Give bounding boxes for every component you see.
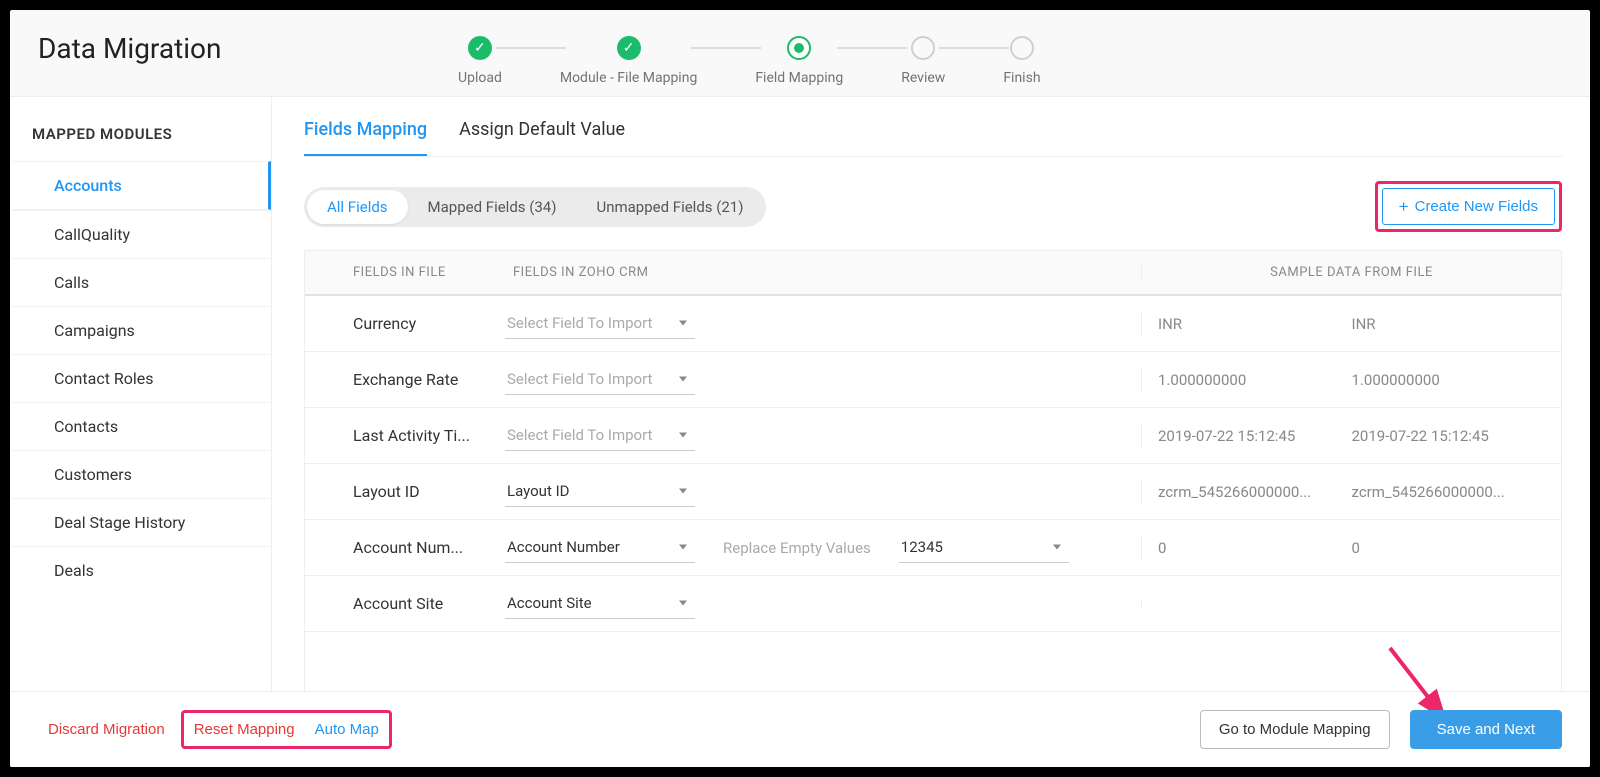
create-new-fields-label: Create New Fields [1415,198,1538,215]
step-review: Review [901,36,945,86]
filter-pills: All FieldsMapped Fields (34)Unmapped Fie… [304,187,766,227]
sample-value: INR [1158,315,1352,333]
plus-icon: + [1399,198,1409,215]
file-field-label: Layout ID [305,482,505,501]
crm-field-cell: Select Field To Import [505,308,1141,339]
step-finish: Finish [1003,36,1040,86]
sample-value: 1.000000000 [1158,371,1352,389]
sample-data-cell: 1.0000000001.000000000 [1141,367,1561,393]
go-to-module-mapping-button[interactable]: Go to Module Mapping [1200,710,1390,749]
sample-data-cell: zcrm_545266000000...zcrm_545266000000... [1141,479,1561,505]
step-circle-icon [1010,36,1034,60]
sidebar: MAPPED MODULES AccountsCallQualityCallsC… [10,97,272,691]
sample-data-cell [1141,600,1561,608]
th-sample-data: SAMPLE DATA FROM FILE [1141,265,1561,280]
table-row: Layout IDLayout ID zcrm_545266000000...zc… [305,464,1561,520]
sidebar-item-deals[interactable]: Deals [10,546,271,594]
footer: Discard Migration Reset Mapping Auto Map… [10,691,1590,767]
crm-field-select[interactable]: Account Number [505,532,695,563]
create-new-fields-button[interactable]: + Create New Fields [1382,188,1555,225]
mapping-table: FIELDS IN FILE FIELDS IN ZOHO CRM SAMPLE… [304,250,1562,691]
filter-mapped-fields-[interactable]: Mapped Fields (34) [408,190,577,224]
reset-automap-highlight: Reset Mapping Auto Map [181,710,392,749]
crm-field-select[interactable]: Select Field To Import [505,364,695,395]
sidebar-item-calls[interactable]: Calls [10,258,271,306]
step-circle-icon: ✓ [617,36,641,60]
discard-migration-button[interactable]: Discard Migration [38,713,175,746]
stepper: ✓ Upload ✓ Module - File Mapping Field Mappi… [458,32,1041,86]
crm-field-select[interactable]: Select Field To Import [505,420,695,451]
page-title: Data Migration [38,32,418,65]
sidebar-item-customers[interactable]: Customers [10,450,271,498]
file-field-label: Exchange Rate [305,370,505,389]
sample-value: 2019-07-22 15:12:45 [1352,427,1546,445]
table-row: Account SiteAccount Site [305,576,1561,632]
file-field-label: Account Site [305,594,505,613]
step-connector [939,47,1009,49]
crm-field-cell: Account Number Replace Empty Values 12345 [505,532,1141,563]
sample-value: zcrm_545266000000... [1352,483,1546,501]
filter-all-fields[interactable]: All Fields [307,190,408,224]
table-row: Last Activity Ti...Select Field To Impor… [305,408,1561,464]
crm-field-cell: Select Field To Import [505,420,1141,451]
step-connector [837,47,907,49]
step-circle-icon [787,36,811,60]
main-panel: Fields Mapping Assign Default Value All F… [272,97,1590,691]
tabs-row: Fields Mapping Assign Default Value [304,97,1562,157]
crm-field-cell: Account Site [505,588,1141,619]
table-row: Exchange RateSelect Field To Import 1.000… [305,352,1561,408]
replace-value-select[interactable]: 12345 [899,532,1069,563]
sidebar-item-campaigns[interactable]: Campaigns [10,306,271,354]
filter-unmapped-fields-[interactable]: Unmapped Fields (21) [576,190,763,224]
tab-fields-mapping[interactable]: Fields Mapping [304,119,427,156]
step-circle-icon: ✓ [468,36,492,60]
sidebar-item-deal-stage-history[interactable]: Deal Stage History [10,498,271,546]
sidebar-item-contact-roles[interactable]: Contact Roles [10,354,271,402]
auto-map-button[interactable]: Auto Map [305,713,389,746]
step-label: Upload [458,70,502,86]
step-upload: ✓ Upload [458,36,502,86]
file-field-label: Last Activity Ti... [305,426,505,445]
sample-value: INR [1352,315,1546,333]
crm-field-select[interactable]: Select Field To Import [505,308,695,339]
crm-field-cell: Select Field To Import [505,364,1141,395]
file-field-label: Currency [305,314,505,333]
crm-field-select[interactable]: Account Site [505,588,695,619]
sample-data-cell: 00 [1141,535,1561,561]
sample-value: 0 [1352,539,1546,557]
crm-field-cell: Layout ID [505,476,1141,507]
table-row: CurrencySelect Field To Import INRINR [305,296,1561,352]
sample-value: 1.000000000 [1352,371,1546,389]
step-label: Finish [1003,70,1040,86]
sidebar-item-callquality[interactable]: CallQuality [10,210,271,258]
step-connector [496,47,566,49]
tab-assign-default-value[interactable]: Assign Default Value [459,119,625,156]
crm-field-select[interactable]: Layout ID [505,476,695,507]
sidebar-item-contacts[interactable]: Contacts [10,402,271,450]
sample-data-cell: INRINR [1141,311,1561,337]
step-label: Field Mapping [755,70,843,86]
sidebar-item-accounts[interactable]: Accounts [10,161,271,210]
th-fields-in-crm: FIELDS IN ZOHO CRM [505,265,1141,280]
reset-mapping-button[interactable]: Reset Mapping [184,713,305,746]
sample-value: zcrm_545266000000... [1158,483,1352,501]
step-connector [691,47,761,49]
sample-value: 0 [1158,539,1352,557]
sidebar-title: MAPPED MODULES [10,97,271,161]
step-field-mapping: Field Mapping [755,36,843,86]
sample-value: 2019-07-22 15:12:45 [1158,427,1352,445]
sample-data-cell: 2019-07-22 15:12:452019-07-22 15:12:45 [1141,423,1561,449]
th-fields-in-file: FIELDS IN FILE [305,265,505,280]
table-row: Account Num...Account Number Replace Empt… [305,520,1561,576]
step-module-file-mapping: ✓ Module - File Mapping [560,36,697,86]
save-and-next-button[interactable]: Save and Next [1410,710,1562,749]
step-label: Module - File Mapping [560,70,697,86]
replace-empty-label: Replace Empty Values [723,539,871,557]
step-label: Review [901,70,945,86]
file-field-label: Account Num... [305,538,505,557]
create-new-fields-highlight: + Create New Fields [1375,181,1562,232]
step-circle-icon [911,36,935,60]
